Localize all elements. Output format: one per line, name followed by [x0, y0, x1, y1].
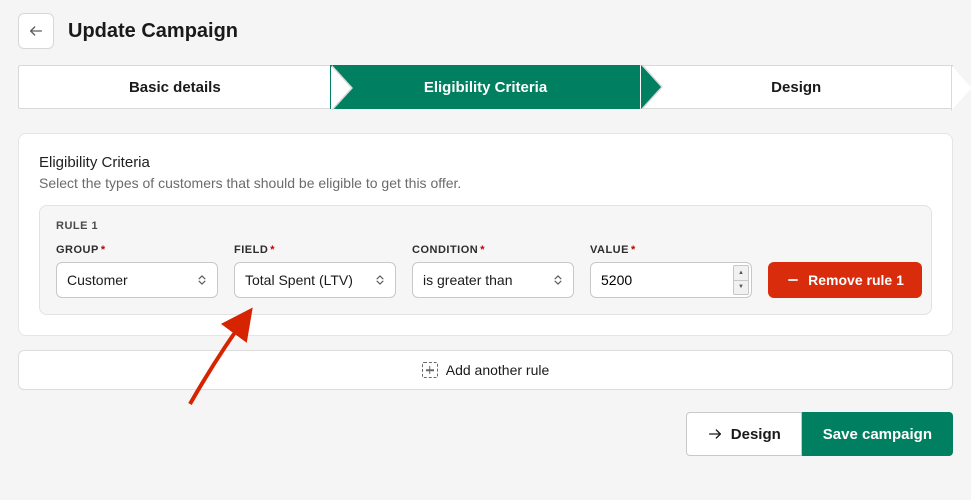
page-title: Update Campaign	[68, 20, 238, 43]
field-select-value: Total Spent (LTV)	[245, 272, 353, 288]
design-button-label: Design	[731, 426, 781, 443]
group-select[interactable]: Customer	[56, 262, 218, 298]
add-rule-button[interactable]: Add another rule	[18, 350, 953, 390]
field-label: FIELD*	[234, 244, 396, 256]
remove-rule-button[interactable]: Remove rule 1	[768, 262, 922, 298]
value-input[interactable]	[601, 272, 741, 288]
stepper: Basic details Eligibility Criteria Desig…	[18, 65, 953, 109]
remove-rule-label: Remove rule 1	[808, 272, 904, 288]
save-campaign-button[interactable]: Save campaign	[802, 412, 953, 456]
step-design[interactable]: Design	[640, 65, 953, 109]
select-caret-icon	[373, 273, 387, 287]
save-campaign-label: Save campaign	[823, 426, 932, 443]
card-title: Eligibility Criteria	[39, 154, 932, 171]
condition-select[interactable]: is greater than	[412, 262, 574, 298]
eligibility-card: Eligibility Criteria Select the types of…	[18, 133, 953, 336]
design-button[interactable]: Design	[686, 412, 802, 456]
condition-select-value: is greater than	[423, 272, 513, 288]
stepper-up-button[interactable]: ▲	[733, 265, 749, 280]
minus-icon	[786, 273, 800, 287]
condition-label: CONDITION*	[412, 244, 574, 256]
step-eligibility-criteria[interactable]: Eligibility Criteria	[330, 65, 642, 109]
value-label: VALUE*	[590, 244, 752, 256]
arrow-left-icon	[28, 23, 44, 39]
group-select-value: Customer	[67, 272, 128, 288]
stepper-down-button[interactable]: ▼	[733, 280, 749, 296]
value-input-wrapper: ▲ ▼	[590, 262, 752, 298]
select-caret-icon	[551, 273, 565, 287]
group-label: GROUP*	[56, 244, 218, 256]
select-caret-icon	[195, 273, 209, 287]
rule-box: RULE 1 GROUP* Customer FIELD* Total Spen…	[39, 205, 932, 315]
back-button[interactable]	[18, 13, 54, 49]
step-label: Design	[771, 79, 821, 96]
rule-heading: RULE 1	[56, 220, 915, 232]
step-label: Eligibility Criteria	[424, 79, 547, 96]
step-label: Basic details	[129, 79, 221, 96]
add-rule-label: Add another rule	[446, 362, 550, 378]
card-subtitle: Select the types of customers that shoul…	[39, 175, 932, 191]
step-basic-details[interactable]: Basic details	[18, 65, 331, 109]
arrow-right-icon	[707, 426, 723, 442]
field-select[interactable]: Total Spent (LTV)	[234, 262, 396, 298]
add-icon	[422, 362, 438, 378]
